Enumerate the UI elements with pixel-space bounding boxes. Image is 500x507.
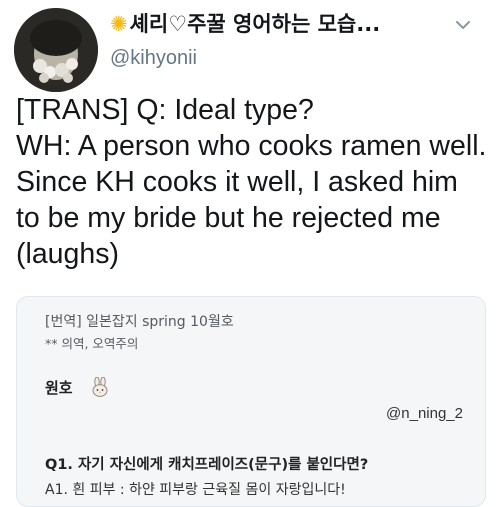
chevron-down-icon[interactable] (452, 14, 474, 36)
display-name-text: 셰리♡주꿀 영어하는 모습... (129, 12, 381, 36)
tweet-text: [TRANS] Q: Ideal type? WH: A person who … (16, 92, 488, 272)
quoted-header: [번역] 일본잡지 spring 10월호 (45, 314, 234, 330)
avatar[interactable] (14, 8, 98, 92)
tweet-text-line: WH: A person who cooks ramen well. Since… (16, 130, 487, 270)
tweet: ✺셰리♡주꿀 영어하는 모습... @kihyonii [TRANS] Q: I… (0, 0, 500, 507)
quoted-question: Q1. 자기 자신에게 캐치프레이즈(문구)를 붙인다면? (45, 457, 369, 473)
avatar-photo (14, 8, 98, 92)
quoted-credit: @n_ning_2 (386, 405, 463, 422)
bunny-icon (91, 377, 109, 397)
user-handle[interactable]: @kihyonii (110, 46, 197, 70)
quoted-name: 원호 (45, 379, 73, 397)
display-name[interactable]: ✺셰리♡주꿀 영어하는 모습... (110, 10, 440, 38)
sun-flower-icon: ✺ (110, 12, 128, 36)
quoted-answer: A1. 흰 피부 : 하얀 피부랑 근육질 몸이 자랑입니다! (45, 482, 346, 498)
quoted-note: ** 의역, 오역주의 (45, 336, 139, 351)
quoted-image-card[interactable]: [번역] 일본잡지 spring 10월호 ** 의역, 오역주의 원호 @n_… (16, 296, 486, 507)
tweet-text-line: [TRANS] Q: Ideal type? (16, 94, 314, 126)
